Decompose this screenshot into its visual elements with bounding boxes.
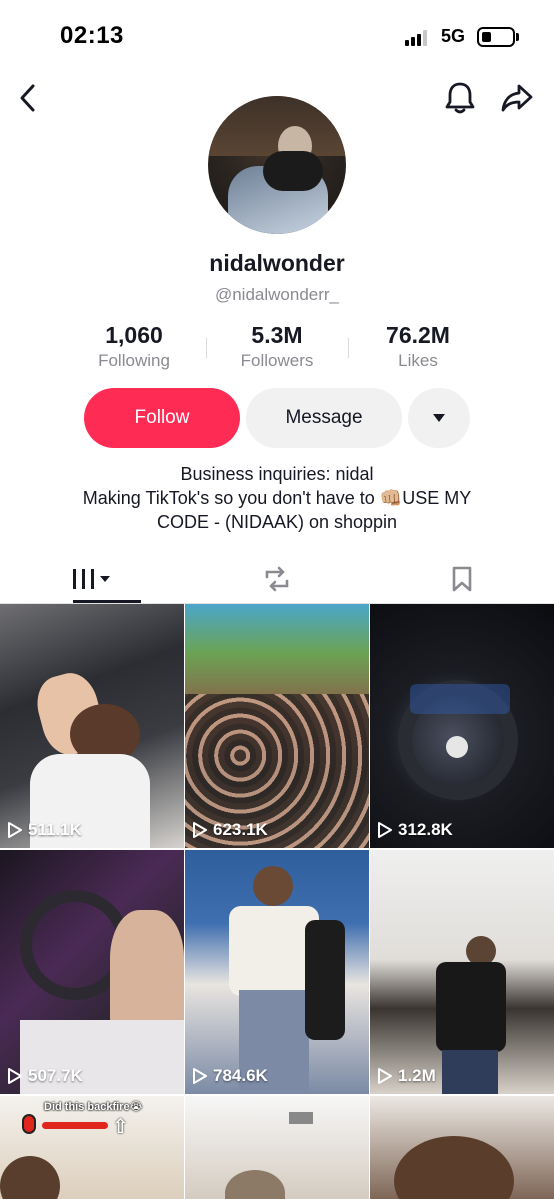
tab-favorites[interactable] [370,556,554,602]
view-count: 623.1K [193,820,268,840]
follow-button[interactable]: Follow [84,388,240,448]
avatar[interactable] [208,96,346,234]
bio-line: Business inquiries: nidal [180,464,374,484]
play-icon [8,1068,22,1084]
bio: Business inquiries: nidal Making TikTok'… [0,462,554,534]
view-count: 784.6K [193,1066,268,1086]
battery-tip [516,33,519,41]
thumbnail-caption: Did this backfire😭 [44,1101,143,1113]
view-count-text: 623.1K [213,820,268,839]
arrow-up-icon: ⇧ [112,1116,129,1138]
notifications-button[interactable] [440,78,480,118]
play-icon [8,822,22,838]
caret-down-icon [433,414,445,422]
following-label: Following [98,351,170,370]
repost-icon [265,566,289,592]
bookmark-icon [452,566,472,592]
play-icon [378,1068,392,1084]
tab-videos[interactable] [0,556,184,602]
status-time: 02:13 [60,22,124,49]
view-count-text: 1.2M [398,1066,436,1085]
profile-tabs [0,556,554,603]
view-count: 312.8K [378,820,453,840]
bell-icon [445,82,475,114]
back-button[interactable] [8,78,48,118]
video-thumbnail[interactable]: 511.1K [0,604,184,848]
video-thumbnail[interactable]: Did this backfire😭 ⇧ [0,1096,184,1199]
view-count: 1.2M [378,1066,436,1086]
video-thumbnail[interactable]: 312.8K [370,604,554,848]
username-handle: @nidalwonderr_ [214,285,340,304]
video-thumbnail[interactable] [185,1096,369,1199]
tab-reposts[interactable] [185,556,369,602]
stat-followers[interactable]: 5.3M Followers [207,322,347,371]
status-bar: 02:13 5G [0,0,554,70]
followers-count: 5.3M [251,322,303,348]
caption-bar [42,1122,108,1129]
play-icon [193,822,207,838]
suggested-accounts-button[interactable] [408,388,470,448]
display-name: nidalwonder [209,250,345,276]
microphone-icon [22,1114,36,1134]
bio-line: Making TikTok's so you don't have to 👊🏼U… [82,488,472,508]
play-icon [193,1068,207,1084]
network-label: 5G [441,26,466,46]
video-thumbnail[interactable]: 623.1K [185,604,369,848]
view-count: 511.1K [8,820,82,840]
stat-likes[interactable]: 76.2M Likes [348,322,488,371]
message-button[interactable]: Message [246,388,402,448]
video-thumbnail[interactable]: 507.7K [0,850,184,1094]
view-count-text: 511.1K [28,820,82,839]
view-count: 507.7K [8,1066,83,1086]
followers-label: Followers [240,351,314,370]
stat-following[interactable]: 1,060 Following [64,322,204,371]
following-count: 1,060 [105,322,163,348]
likes-label: Likes [398,351,438,370]
video-thumbnail[interactable]: 784.6K [185,850,369,1094]
view-count-text: 507.7K [28,1066,83,1085]
likes-count: 76.2M [386,322,450,348]
share-arrow-icon [501,84,533,112]
view-count-text: 312.8K [398,820,453,839]
grid-icon [73,569,110,589]
view-count-text: 784.6K [213,1066,268,1085]
signal-icon [405,30,431,46]
bio-line: CODE - (NIDAAK) on shoppin [156,512,398,532]
share-button[interactable] [497,78,537,118]
video-thumbnail[interactable]: 1.2M [370,850,554,1094]
play-icon [378,822,392,838]
video-thumbnail[interactable] [370,1096,554,1199]
battery-icon [477,27,515,47]
chevron-left-icon [20,84,35,112]
